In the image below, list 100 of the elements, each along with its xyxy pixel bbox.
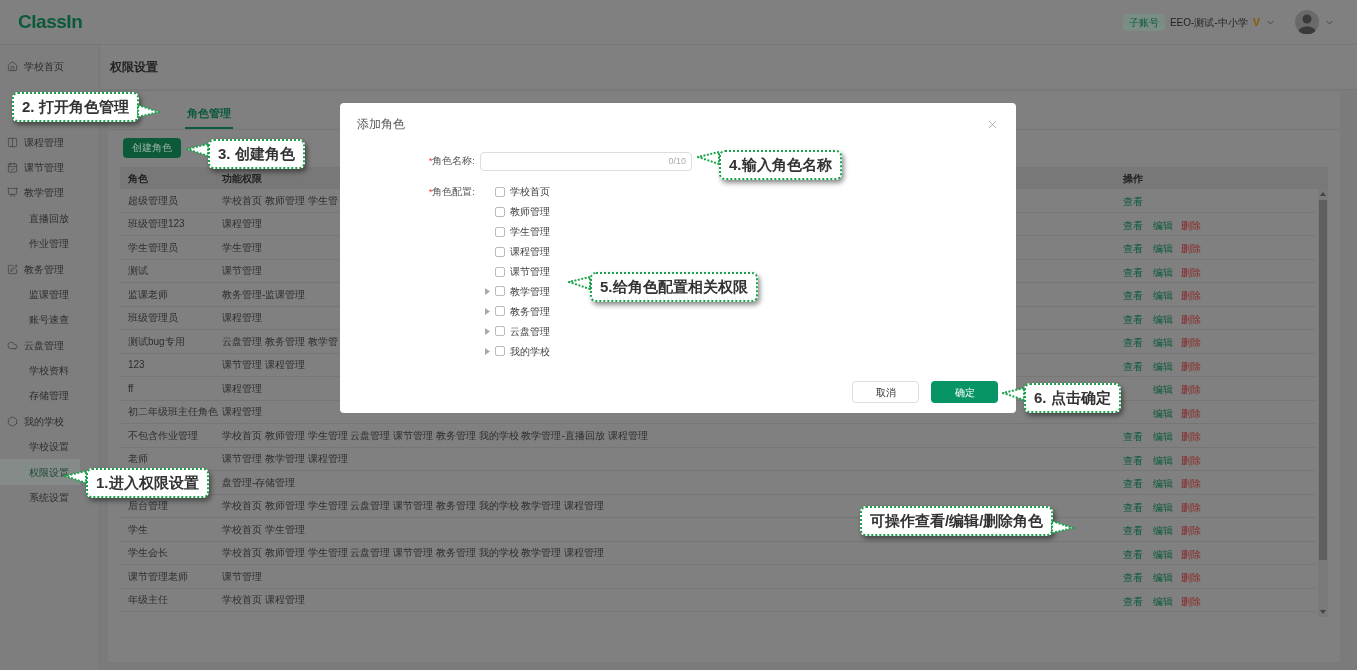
checkbox[interactable] [495, 286, 505, 297]
action-link[interactable]: 查看 [1123, 241, 1143, 256]
callout: 可操作查看/编辑/删除角色 [860, 506, 1054, 536]
callout: 1.进入权限设置 [86, 468, 209, 498]
expand-arrow-icon[interactable] [485, 307, 490, 315]
tab[interactable]: 角色管理 [185, 99, 233, 129]
sidebar-item[interactable]: 直播回放 [0, 205, 80, 231]
table-cell: 学生管理员 [128, 241, 178, 253]
action-link[interactable]: 查看 [1123, 358, 1143, 374]
action-link[interactable]: 查看 [1123, 499, 1143, 515]
logo[interactable]: ClassIn [18, 7, 83, 37]
scrollbar[interactable] [1318, 189, 1328, 617]
action-link[interactable]: 删除 [1181, 264, 1201, 280]
action-link[interactable]: 删除 [1181, 405, 1201, 421]
action-link[interactable]: 编辑 [1153, 288, 1173, 303]
avatar[interactable] [1295, 10, 1319, 34]
action-link[interactable]: 查看 [1123, 476, 1143, 491]
table-cell: 课节管理老师 [128, 570, 188, 582]
action-link[interactable]: 删除 [1181, 217, 1201, 233]
action-link[interactable]: 查看 [1123, 429, 1143, 444]
action-link[interactable]: 编辑 [1153, 217, 1173, 233]
sidebar-item[interactable]: 教学管理 [0, 180, 80, 206]
action-link[interactable]: 编辑 [1153, 452, 1173, 468]
action-link[interactable]: 查看 [1123, 311, 1143, 327]
action-link[interactable]: 编辑 [1153, 429, 1173, 444]
sidebar-item[interactable]: 学校首页 [0, 54, 80, 80]
action-link[interactable]: 删除 [1181, 311, 1201, 327]
create-role-button[interactable]: 创建角色 [123, 137, 181, 158]
action-link[interactable]: 查看 [1123, 523, 1143, 538]
action-link[interactable]: 查看 [1123, 593, 1143, 609]
action-link[interactable]: 删除 [1181, 358, 1201, 374]
sidebar-item[interactable]: 课节管理 [0, 154, 80, 181]
sidebar-item[interactable]: 账号速查 [0, 307, 80, 333]
action-link[interactable]: 查看 [1123, 570, 1143, 585]
table-cell: 后台管理 [128, 500, 168, 512]
sidebar-item[interactable]: 教务管理 [0, 256, 80, 282]
action-link[interactable]: 编辑 [1153, 405, 1173, 421]
action-link[interactable]: 编辑 [1153, 499, 1173, 515]
action-link[interactable]: 编辑 [1153, 476, 1173, 491]
expand-arrow-icon[interactable] [485, 327, 490, 335]
table-cell: 学校首页 教师管理 学生管 [222, 194, 338, 206]
action-link[interactable]: 删除 [1181, 570, 1201, 585]
expand-arrow-icon[interactable] [485, 287, 490, 295]
checkbox-label: 学生管理 [510, 225, 550, 240]
action-link[interactable]: 查看 [1123, 335, 1143, 350]
action-link[interactable]: 删除 [1181, 288, 1201, 303]
checkbox-label: 课程管理 [510, 245, 550, 260]
role-name-input[interactable]: 0/10 [480, 152, 692, 171]
table-cell: 课程管理 [222, 218, 262, 230]
school-name[interactable]: EEO-测试-中小学 [1169, 14, 1248, 30]
checkbox[interactable] [495, 206, 505, 217]
action-link[interactable]: 删除 [1181, 499, 1201, 515]
action-link[interactable]: 删除 [1181, 546, 1201, 562]
action-link[interactable]: 删除 [1181, 452, 1201, 468]
action-link[interactable]: 删除 [1181, 476, 1201, 491]
action-link[interactable]: 删除 [1181, 429, 1201, 444]
sidebar-item[interactable]: 存储管理 [0, 383, 80, 409]
checkbox[interactable] [495, 226, 505, 237]
checkbox[interactable] [495, 346, 505, 357]
checkbox[interactable] [495, 306, 505, 317]
sidebar-item[interactable]: 作业管理 [0, 230, 80, 257]
action-link[interactable]: 编辑 [1153, 382, 1173, 397]
dialog-title: 添加角色 [357, 116, 405, 133]
action-link[interactable]: 查看 [1123, 288, 1143, 303]
sidebar-item[interactable]: 课程管理 [0, 129, 80, 155]
sidebar-item[interactable]: 系统设置 [0, 484, 80, 511]
cloud-icon [7, 339, 18, 351]
cancel-button[interactable]: 取消 [852, 381, 919, 403]
sidebar-item[interactable]: 学校资料 [0, 357, 80, 384]
action-link[interactable]: 编辑 [1153, 546, 1173, 562]
action-link[interactable]: 编辑 [1153, 593, 1173, 609]
sidebar-item[interactable]: 学校设置 [0, 434, 80, 460]
action-link[interactable]: 编辑 [1153, 241, 1173, 256]
sidebar-item[interactable]: 我的学校 [0, 408, 80, 435]
checkbox[interactable] [495, 266, 505, 277]
action-link[interactable]: 编辑 [1153, 335, 1173, 350]
expand-arrow-icon[interactable] [485, 347, 490, 355]
action-link[interactable]: 删除 [1181, 382, 1201, 397]
sidebar-item[interactable]: 权限设置 [0, 459, 80, 485]
action-link[interactable]: 编辑 [1153, 358, 1173, 374]
action-link[interactable]: 编辑 [1153, 570, 1173, 585]
checkbox[interactable] [495, 246, 505, 257]
confirm-button[interactable]: 确定 [931, 381, 998, 403]
action-link[interactable]: 删除 [1181, 335, 1201, 350]
action-link[interactable]: 删除 [1181, 593, 1201, 609]
action-link[interactable]: 查看 [1123, 264, 1143, 280]
action-link[interactable]: 编辑 [1153, 523, 1173, 538]
action-link[interactable]: 编辑 [1153, 311, 1173, 327]
sidebar-item[interactable]: 监课管理 [0, 281, 80, 308]
callout-tail [568, 276, 592, 290]
checkbox[interactable] [495, 186, 505, 197]
action-link[interactable]: 编辑 [1153, 264, 1173, 280]
action-link[interactable]: 查看 [1123, 217, 1143, 233]
action-link[interactable]: 删除 [1181, 523, 1201, 538]
action-link[interactable]: 查看 [1123, 452, 1143, 468]
sidebar-item[interactable]: 云盘管理 [0, 332, 80, 358]
action-link[interactable]: 删除 [1181, 241, 1201, 256]
checkbox[interactable] [495, 326, 505, 337]
action-link[interactable]: 查看 [1123, 194, 1143, 209]
action-link[interactable]: 查看 [1123, 546, 1143, 562]
